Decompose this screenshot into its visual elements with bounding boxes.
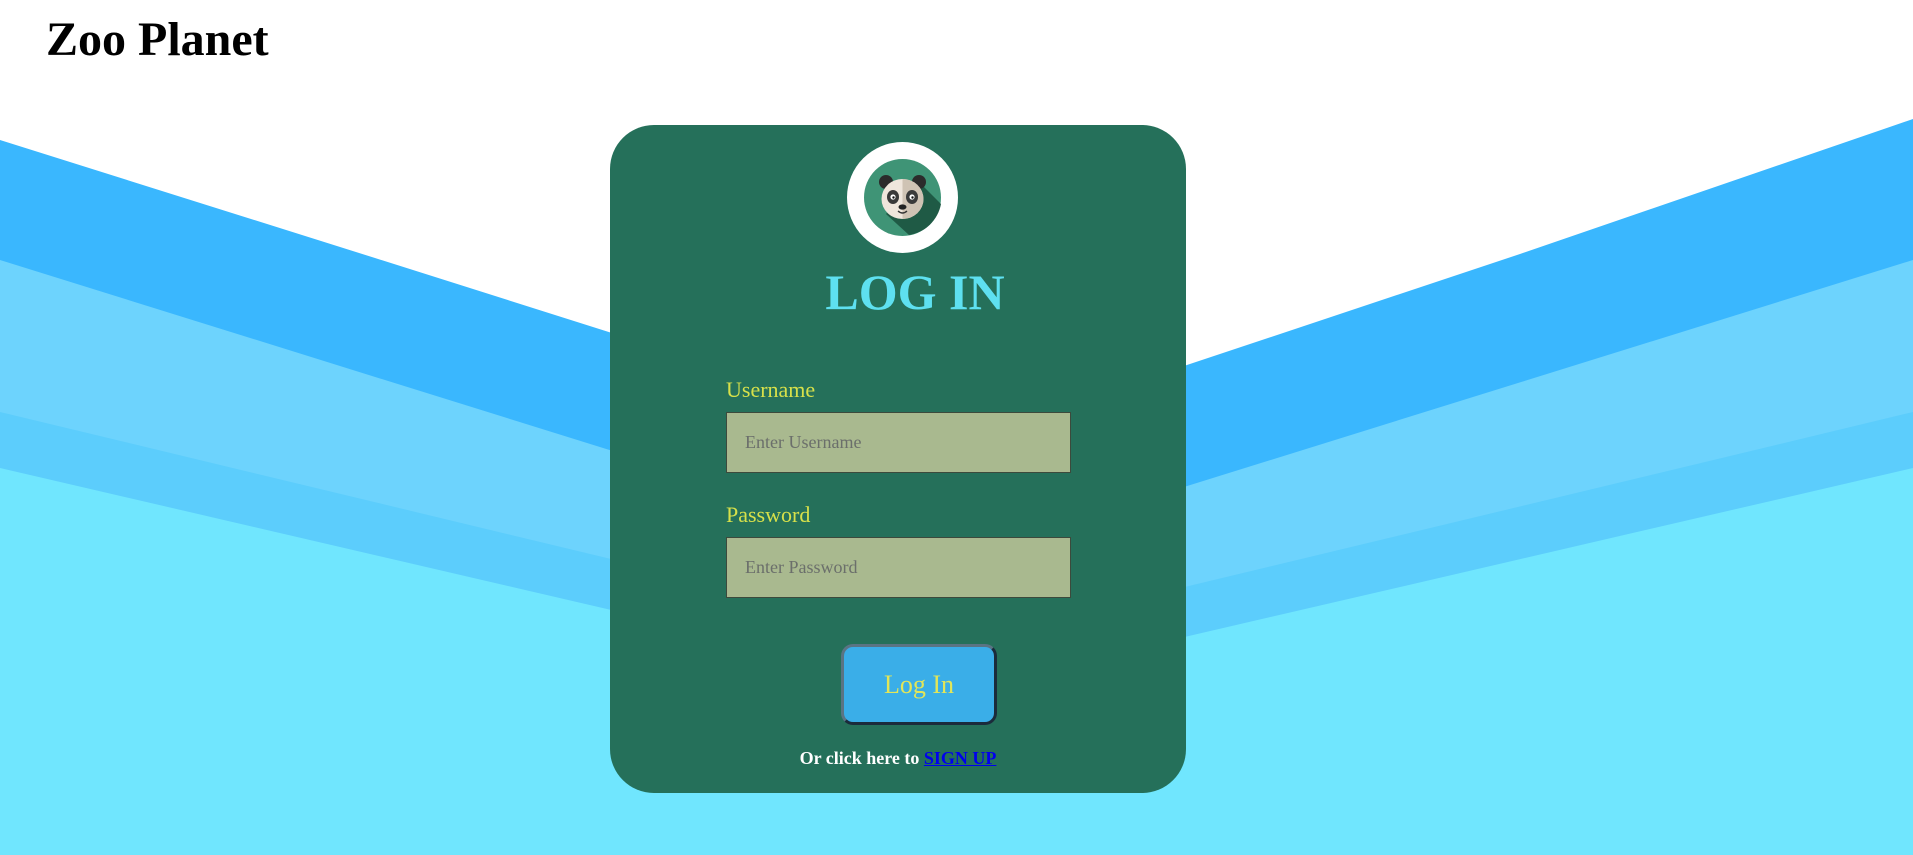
login-card: LOG IN Username Password Log In Or click… xyxy=(610,125,1186,793)
site-title: Zoo Planet xyxy=(46,13,269,66)
signup-prompt: Or click here to xyxy=(799,748,924,768)
login-page: Zoo Planet LOG IN Username Enter Usernam… xyxy=(0,0,1913,855)
password-label: Password xyxy=(726,502,811,527)
username-label: Username xyxy=(726,377,816,402)
signup-link[interactable]: SIGN UP xyxy=(924,748,997,768)
username-input[interactable] xyxy=(726,412,1071,473)
panda-icon xyxy=(864,159,941,236)
signup-line: Or click here to SIGN UP xyxy=(610,746,1186,770)
login-title: LOG IN xyxy=(825,264,1005,320)
logo-avatar xyxy=(847,142,958,253)
login-button[interactable]: Log In xyxy=(841,644,997,725)
password-input[interactable] xyxy=(726,537,1071,598)
